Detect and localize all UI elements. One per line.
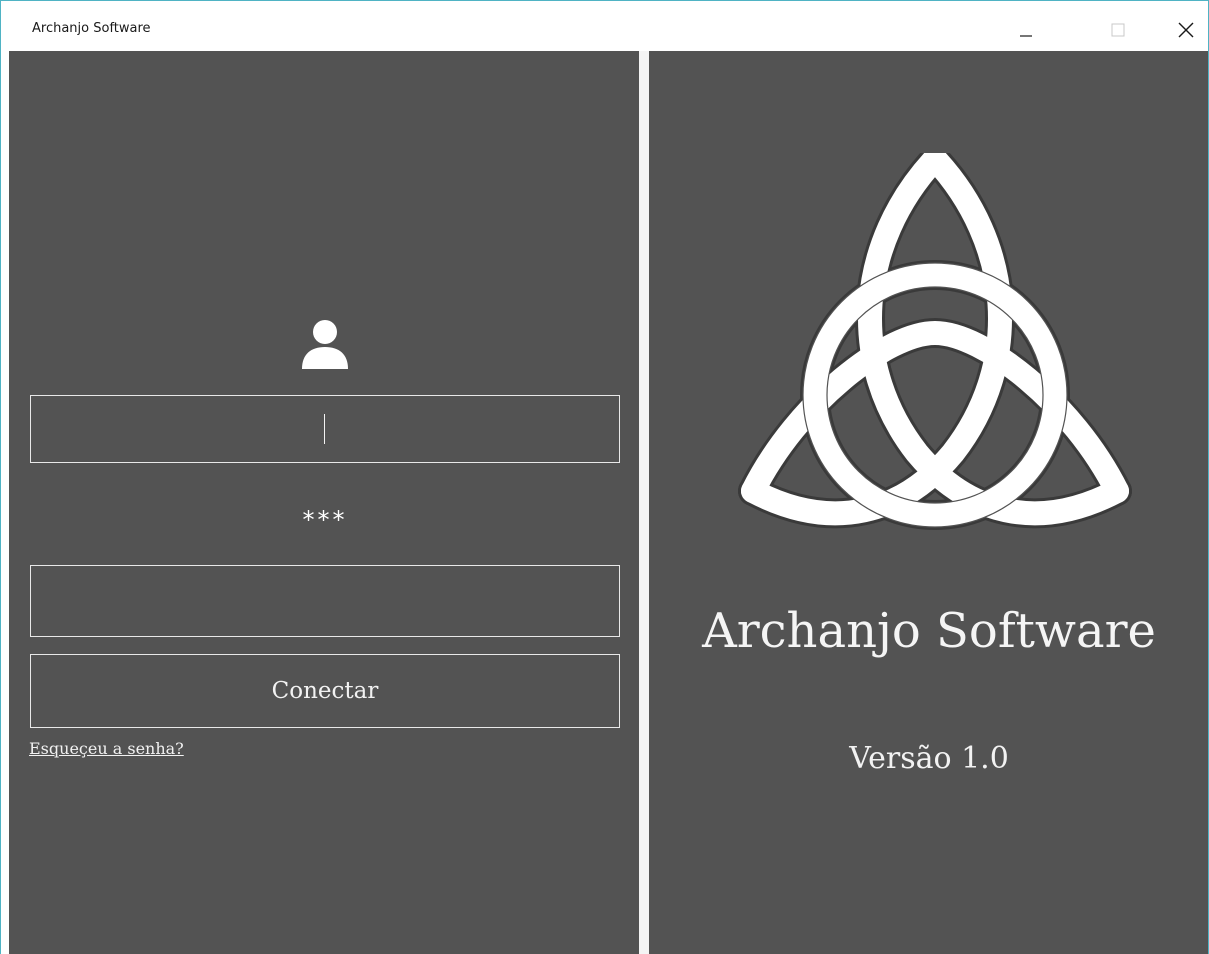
- title-bar[interactable]: Archanjo Software: [1, 1, 1208, 51]
- maximize-icon: [1111, 23, 1125, 37]
- minimize-icon: [1020, 35, 1032, 37]
- user-icon: [302, 320, 348, 369]
- window-title: Archanjo Software: [32, 21, 151, 36]
- password-input[interactable]: [30, 565, 620, 637]
- close-icon: [1178, 22, 1194, 38]
- brand-name: Archanjo Software: [702, 603, 1156, 659]
- minimize-button[interactable]: [1003, 9, 1049, 51]
- triquetra-icon: [738, 153, 1132, 530]
- username-input[interactable]: [30, 395, 620, 463]
- login-panel: *** Conectar Esqueçeu a senha?: [9, 51, 639, 954]
- forgot-password-link[interactable]: Esqueçeu a senha?: [29, 739, 184, 758]
- text-caret: [324, 414, 325, 444]
- app-window: Archanjo Software *** Conectar Esqueçeu …: [0, 0, 1209, 954]
- maximize-button[interactable]: [1095, 9, 1141, 51]
- password-label: ***: [302, 506, 348, 534]
- panel-divider: [639, 51, 649, 954]
- window-left-edge: [1, 51, 9, 954]
- version-label: Versão 1.0: [849, 741, 1009, 776]
- connect-button-label: Conectar: [271, 678, 379, 704]
- brand-panel: Archanjo Software Versão 1.0: [649, 51, 1208, 954]
- connect-button[interactable]: Conectar: [30, 654, 620, 728]
- close-button[interactable]: [1163, 9, 1208, 51]
